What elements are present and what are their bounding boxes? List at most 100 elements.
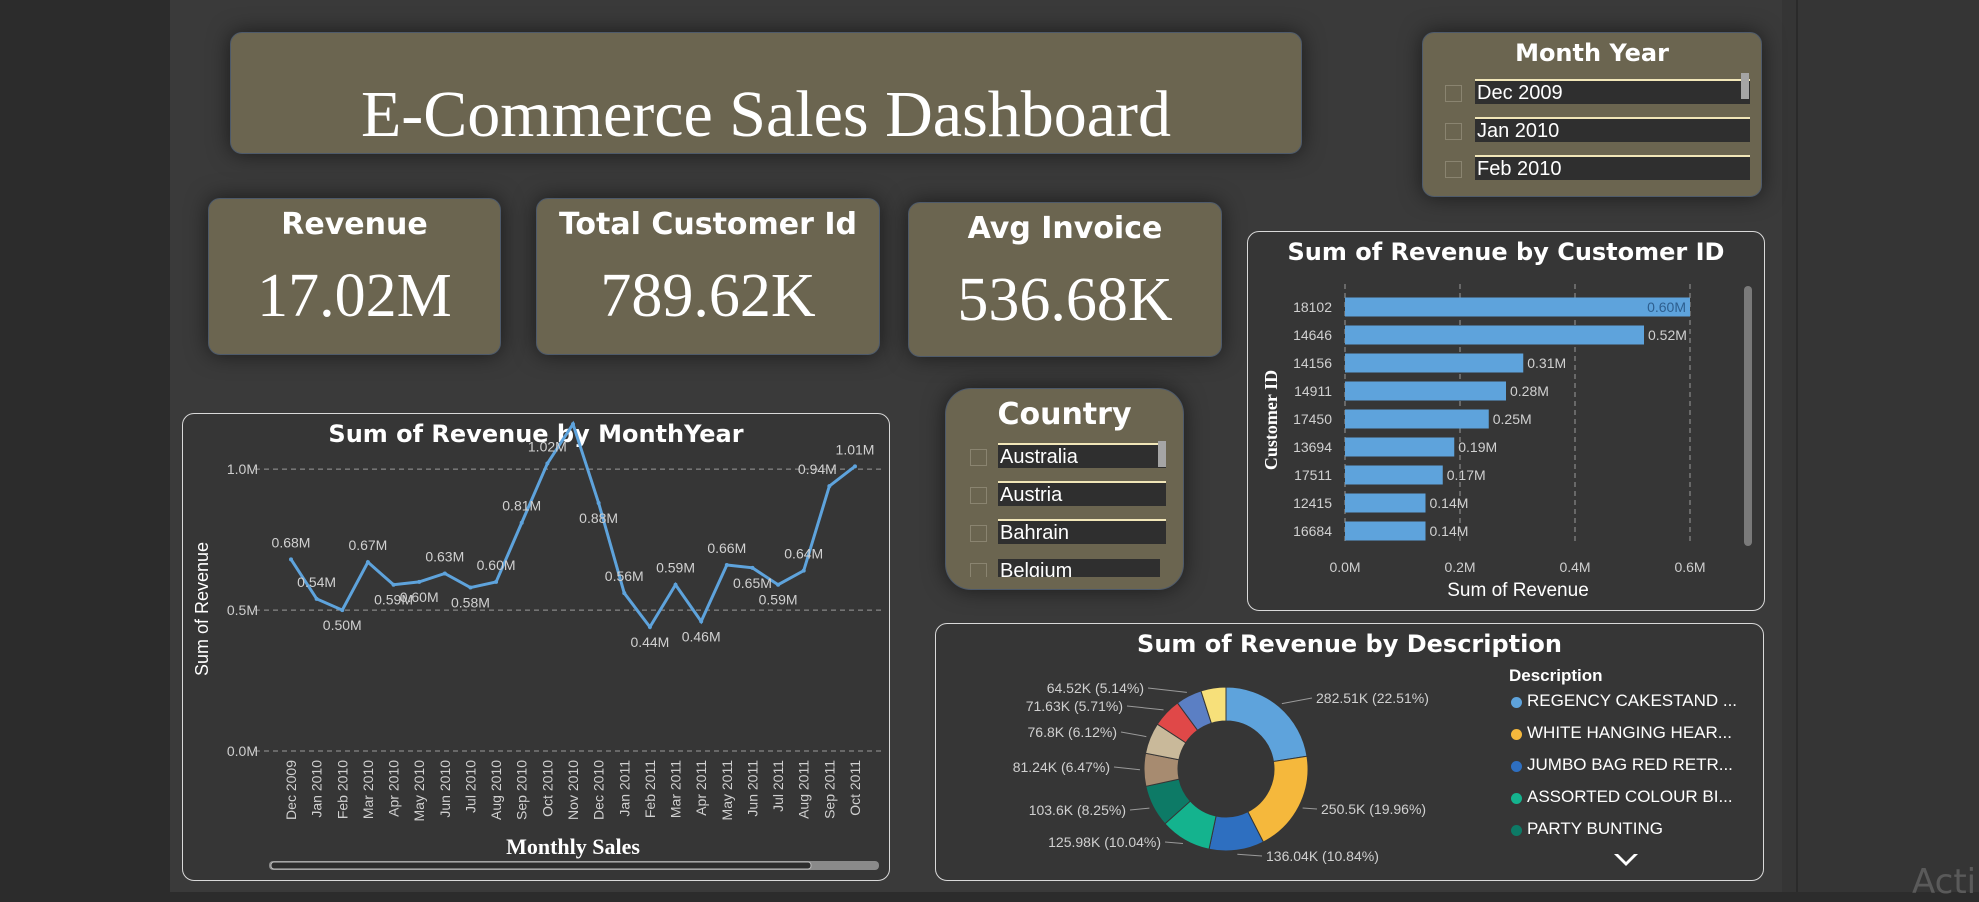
x-tick-label: May 2010 bbox=[411, 760, 427, 822]
data-point bbox=[314, 596, 319, 601]
x-tick-label: Jul 2011 bbox=[770, 760, 786, 812]
data-label: 0.50M bbox=[323, 617, 362, 633]
y-tick-label: 17511 bbox=[1294, 467, 1332, 483]
data-point bbox=[519, 520, 524, 525]
data-point bbox=[673, 582, 678, 587]
data-label: 0.52M bbox=[1648, 327, 1687, 343]
bar bbox=[1345, 353, 1524, 373]
kpi-revenue-card[interactable]: Revenue 17.02M bbox=[208, 198, 501, 355]
country-option-label: Australia bbox=[1000, 446, 1078, 468]
checkbox[interactable] bbox=[970, 525, 987, 542]
horizontal-scrollbar-thumb[interactable] bbox=[270, 861, 812, 870]
kpi-revenue-label: Revenue bbox=[281, 207, 428, 242]
month-option-1[interactable]: Jan 2010 bbox=[1445, 117, 1750, 145]
legend-label: PARTY BUNTING bbox=[1527, 819, 1664, 838]
country-option-1[interactable]: Austria bbox=[970, 481, 1166, 509]
month-slicer-scrollbar[interactable] bbox=[1741, 73, 1749, 99]
title-card: E-Commerce Sales Dashboard bbox=[230, 32, 1302, 154]
data-point bbox=[724, 563, 729, 567]
x-tick-label: Aug 2010 bbox=[488, 760, 504, 820]
country-slicer: Country Australia Austria Bahrain Belgiu… bbox=[945, 388, 1184, 590]
leader-line bbox=[1129, 807, 1150, 811]
checkbox[interactable] bbox=[1445, 161, 1462, 178]
legend-label: WHITE HANGING HEAR... bbox=[1527, 723, 1732, 742]
kpi-customers-card[interactable]: Total Customer Id 789.62K bbox=[536, 198, 880, 355]
country-option-label: Bahrain bbox=[1000, 522, 1069, 544]
data-label: 0.88M bbox=[579, 510, 618, 526]
leader-line bbox=[1120, 731, 1147, 738]
data-point bbox=[647, 625, 652, 629]
data-label: 0.56M bbox=[605, 568, 644, 584]
bar bbox=[1345, 465, 1443, 485]
x-tick-label: Sep 2010 bbox=[514, 760, 530, 820]
data-label: 0.81M bbox=[502, 498, 541, 514]
line-chart: 0.0M 0.5M 1.0M Sum of Revenue 0.68M 0.54M 0.50… bbox=[192, 414, 883, 870]
leader-line bbox=[1237, 853, 1263, 857]
kpi-customers-value: 789.62K bbox=[600, 262, 816, 330]
checkbox[interactable] bbox=[1445, 85, 1462, 102]
data-label: 0.17M bbox=[1447, 467, 1486, 483]
checkbox[interactable] bbox=[970, 563, 987, 577]
data-point bbox=[340, 608, 345, 613]
data-label: 0.94M bbox=[798, 461, 837, 477]
bar bbox=[1345, 409, 1489, 429]
data-point bbox=[853, 464, 857, 469]
donut-legend: REGENCY CAKESTAND ... WHITE HANGING HEAR.… bbox=[1511, 691, 1761, 871]
activate-watermark: Acti bbox=[1912, 862, 1977, 902]
y-tick-label: 17450 bbox=[1293, 411, 1332, 427]
data-label: 0.25M bbox=[1493, 411, 1532, 427]
country-slicer-scrollbar[interactable] bbox=[1158, 441, 1166, 467]
y-tick-label: 13694 bbox=[1293, 439, 1332, 455]
data-label: 0.59M bbox=[656, 560, 695, 576]
checkbox[interactable] bbox=[970, 487, 987, 504]
y-tick-label: 14156 bbox=[1293, 355, 1332, 371]
month-option-2[interactable]: Feb 2010 bbox=[1445, 155, 1750, 183]
data-label: 0.54M bbox=[297, 574, 336, 590]
data-point bbox=[699, 619, 704, 624]
data-point bbox=[442, 571, 447, 576]
x-tick-label: Jan 2010 bbox=[309, 760, 325, 818]
x-tick-label: 0.0M bbox=[1329, 559, 1360, 575]
legend-dot-icon bbox=[1511, 793, 1522, 804]
data-label: 0.64M bbox=[784, 546, 823, 562]
data-label: 0.46M bbox=[682, 628, 721, 644]
bar bbox=[1345, 297, 1690, 317]
donut-legend-title: Description bbox=[1509, 666, 1603, 685]
month-option-label: Dec 2009 bbox=[1477, 82, 1563, 104]
leader-line bbox=[1113, 766, 1141, 771]
country-option-0[interactable]: Australia bbox=[970, 443, 1166, 471]
data-label: 0.67M bbox=[348, 537, 387, 553]
data-label: 0.58M bbox=[451, 595, 490, 611]
checkbox[interactable] bbox=[1445, 123, 1462, 140]
legend-label: JUMBO BAG RED RETR... bbox=[1527, 755, 1733, 774]
data-label: 0.65M bbox=[733, 575, 772, 591]
y-axis-label: Customer ID bbox=[1261, 370, 1281, 470]
y-tick-label: 0.5M bbox=[227, 602, 258, 618]
month-option-0[interactable]: Dec 2009 bbox=[1445, 79, 1750, 107]
data-point bbox=[827, 484, 832, 489]
month-year-slicer: Month Year Dec 2009 Jan 2010 Feb 2010 bbox=[1422, 32, 1762, 197]
data-label: 0.68M bbox=[272, 534, 311, 550]
data-point bbox=[545, 461, 550, 466]
country-option-3[interactable]: Belgium bbox=[970, 559, 1160, 577]
kpi-avg-invoice-card[interactable]: Avg Invoice 536.68K bbox=[908, 202, 1222, 357]
kpi-avg-invoice-label: Avg Invoice bbox=[967, 211, 1163, 246]
x-tick-label: Oct 2011 bbox=[847, 760, 863, 816]
x-tick-label: 0.6M bbox=[1674, 559, 1705, 575]
customer-revenue-chart-card: Sum of Revenue by Customer ID 0.0M 0.2M 0.… bbox=[1247, 231, 1765, 611]
country-option-2[interactable]: Bahrain bbox=[970, 519, 1166, 547]
x-tick-label: Mar 2011 bbox=[668, 760, 684, 818]
y-tick-label: 14911 bbox=[1294, 383, 1332, 399]
legend-dot-icon bbox=[1511, 761, 1522, 772]
x-tick-label: 0.2M bbox=[1444, 559, 1475, 575]
x-tick-label: Sep 2011 bbox=[821, 760, 837, 819]
x-tick-label: May 2011 bbox=[719, 760, 735, 821]
data-point bbox=[776, 582, 781, 587]
checkbox[interactable] bbox=[970, 449, 987, 466]
y-tick-label: 12415 bbox=[1293, 495, 1332, 511]
data-label: 0.59M bbox=[759, 592, 798, 608]
vertical-scrollbar[interactable] bbox=[1744, 286, 1752, 546]
leader-line bbox=[1281, 697, 1313, 705]
legend-scroll-down-icon-inner bbox=[1618, 854, 1634, 862]
panel-divider bbox=[1796, 0, 1798, 892]
